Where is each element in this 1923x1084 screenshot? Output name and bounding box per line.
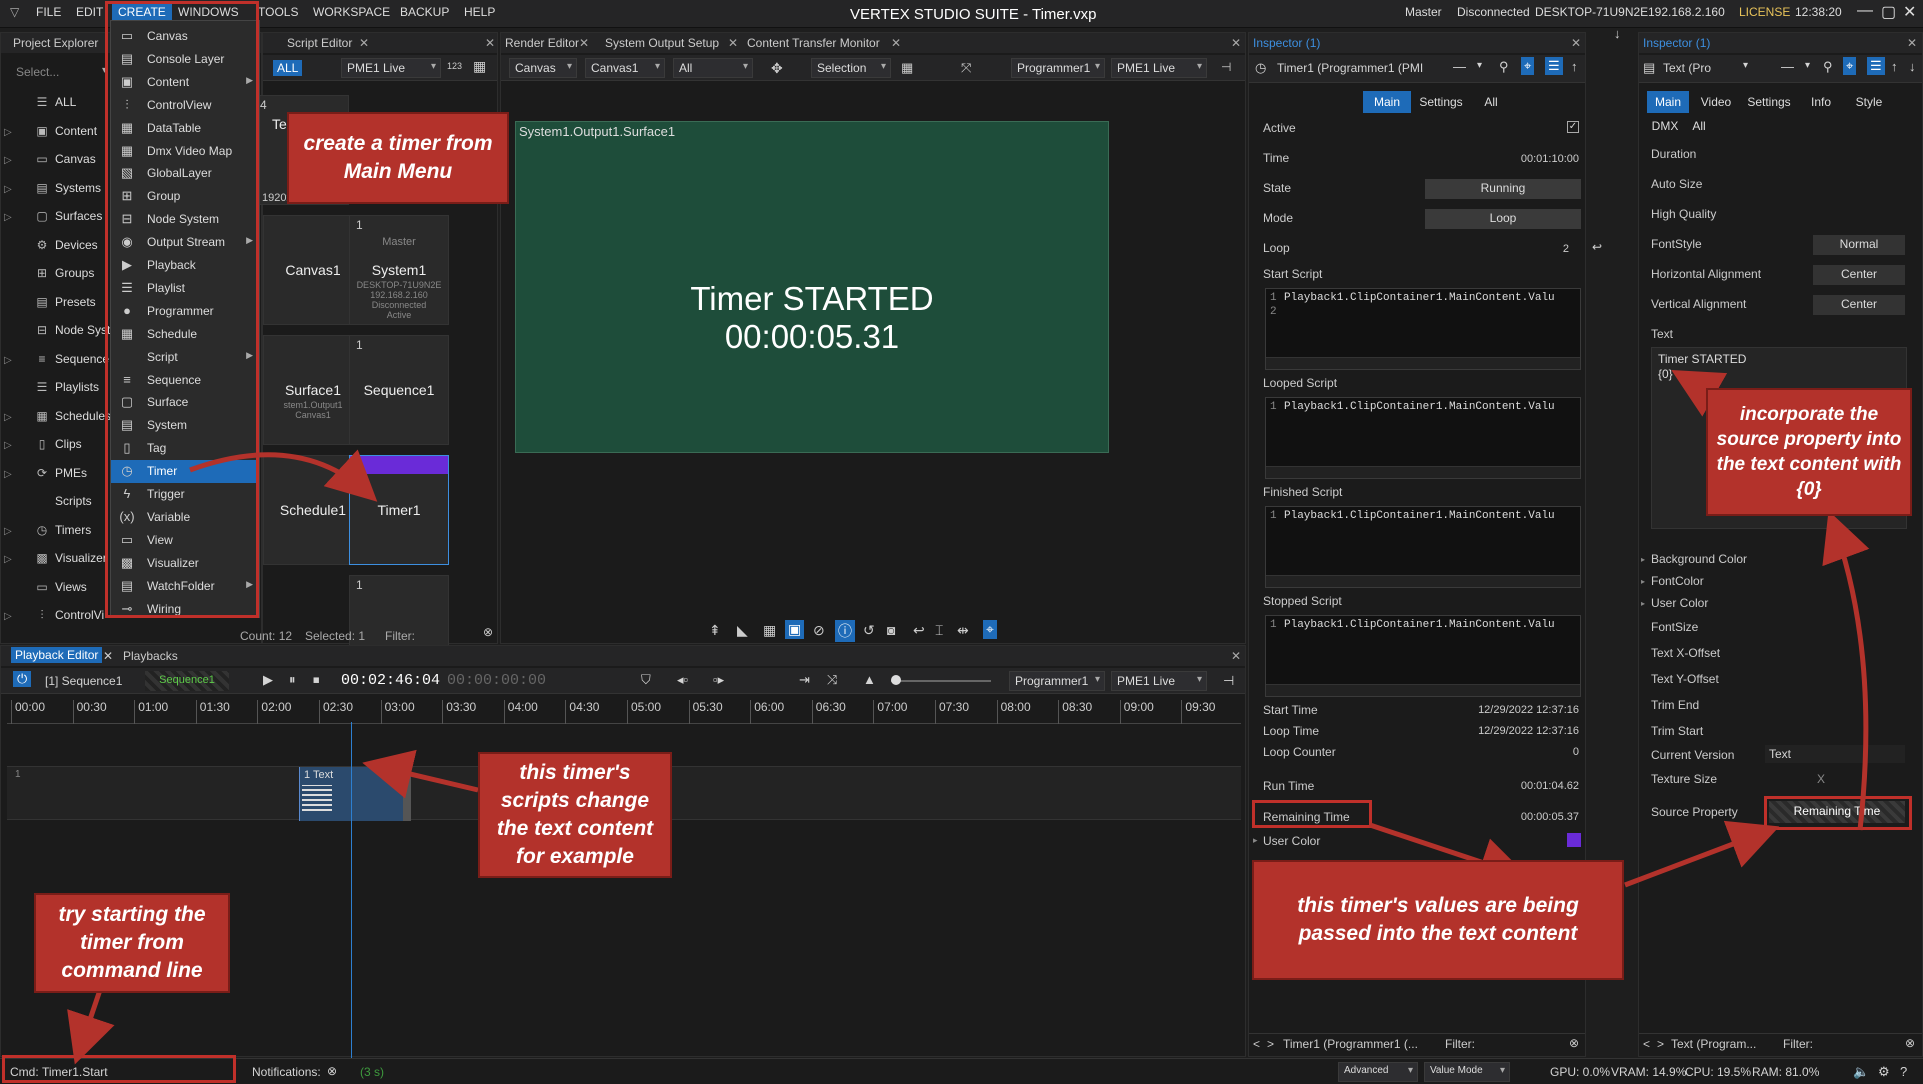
callout-values: this timer's values are being passed int… (1252, 860, 1624, 980)
callout-scripts: this timer's scripts change the text con… (478, 752, 672, 878)
callout-cmd: try starting the timer from command line (34, 893, 230, 993)
callout-incorporate: incorporate the source property into the… (1706, 388, 1912, 516)
callout-create-timer: create a timer from Main Menu (287, 112, 509, 204)
